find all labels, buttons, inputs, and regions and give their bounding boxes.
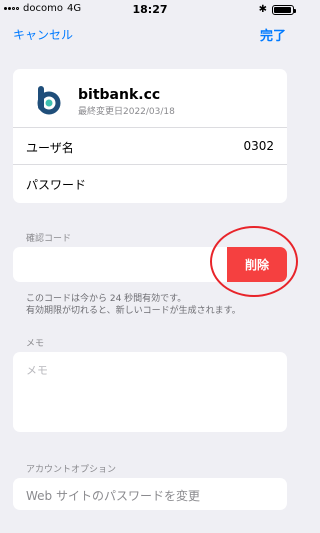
battery-fill [274,6,292,13]
nav-bar: キャンセル 完了 [0,22,300,46]
battery-icon [272,4,296,15]
password-label: パスワード [26,178,87,192]
status-time: 18:27 [132,3,168,16]
change-password-label: Web サイトのパスワードを変更 [26,489,200,503]
highlight-circle [210,226,298,297]
memo-section-title: メモ [26,339,45,349]
change-password-option[interactable]: Web サイトのパスワードを変更 [13,478,287,510]
cancel-button[interactable]: キャンセル [13,26,73,43]
status-right: ✱ [258,4,296,15]
code-expiry-note: 有効期限が切れると、新しいコードが生成されます。 [26,306,241,316]
memo-placeholder: メモ [26,364,48,377]
account-options-section-title: アカウントオプション [26,465,117,475]
bluetooth-icon: ✱ [258,4,267,15]
memo-field[interactable]: メモ [13,352,287,432]
account-header: bitbank.cc 最終変更日2022/03/18 [13,69,287,128]
password-row[interactable]: パスワード [13,165,287,203]
site-name: bitbank.cc [78,87,161,103]
account-card: bitbank.cc 最終変更日2022/03/18 ユーザ名 0302 パスワ… [13,69,287,203]
username-value: 0302 [243,139,274,153]
bitbank-logo-icon [37,86,61,115]
status-bar: docomo 4G 18:27 ✱ [0,0,300,18]
last-modified: 最終変更日2022/03/18 [78,107,175,117]
username-row[interactable]: ユーザ名 0302 [13,128,287,165]
verification-code-section-title: 確認コード [26,234,72,244]
username-label: ユーザ名 [26,141,74,155]
code-validity-note: このコードは今から 24 秒間有効です。 [26,294,187,304]
done-button[interactable]: 完了 [260,25,286,44]
